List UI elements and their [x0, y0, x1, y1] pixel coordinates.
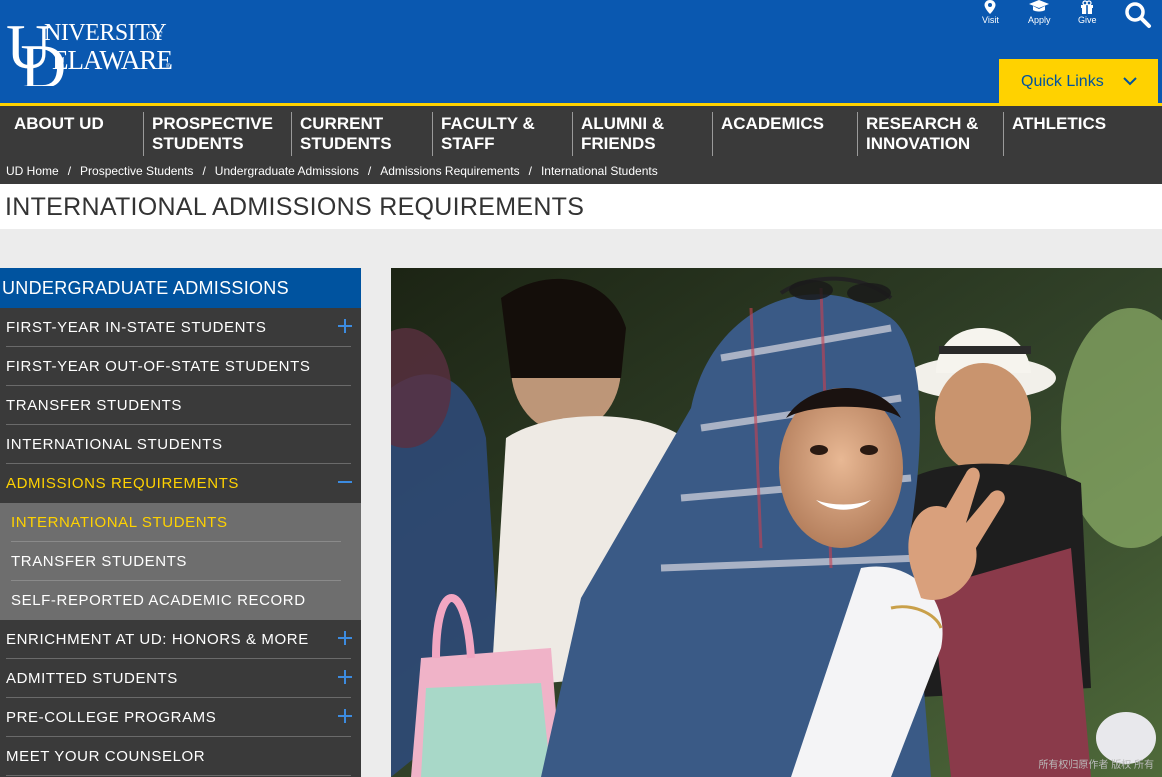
visit-label: Visit: [982, 15, 999, 25]
sidebar-nav: UNDERGRADUATE ADMISSIONS FIRST-YEAR IN-S…: [0, 268, 361, 777]
sidebar-item-admissions-requirements[interactable]: ADMISSIONS REQUIREMENTS: [0, 464, 361, 503]
page-title: INTERNATIONAL ADMISSIONS REQUIREMENTS: [5, 193, 585, 221]
nav-divider: [432, 112, 433, 156]
nav-alumni-friends[interactable]: ALUMNI & FRIENDS: [581, 114, 664, 154]
nav-research-innovation[interactable]: RESEARCH & INNOVATION: [866, 114, 978, 154]
sidebar-item-first-year-in-state[interactable]: FIRST-YEAR IN-STATE STUDENTS: [0, 308, 361, 347]
sidebar-item-label: ENRICHMENT AT UD: HONORS & MORE: [6, 631, 309, 648]
nav-divider: [857, 112, 858, 156]
breadcrumb-link[interactable]: Undergraduate Admissions: [215, 164, 359, 178]
minus-icon[interactable]: [338, 475, 352, 489]
sidebar-item-international-students[interactable]: INTERNATIONAL STUDENTS: [0, 425, 361, 464]
sidebar-item-enrichment[interactable]: ENRICHMENT AT UD: HONORS & MORE: [0, 620, 361, 659]
sidebar-item-label: ADMITTED STUDENTS: [6, 670, 178, 687]
give-link[interactable]: Give: [1078, 0, 1097, 30]
sidebar-item-label: FIRST-YEAR OUT-OF-STATE STUDENTS: [6, 358, 311, 375]
quick-links-label: Quick Links: [1021, 73, 1104, 90]
breadcrumb-separator: /: [528, 164, 532, 178]
main-navigation: ABOUT UD PROSPECTIVE STUDENTS CURRENT STUD…: [0, 106, 1162, 184]
nav-athletics[interactable]: ATHLETICS: [1012, 114, 1106, 134]
search-icon[interactable]: [1122, 0, 1152, 30]
breadcrumb-separator: /: [202, 164, 206, 178]
sidebar-item-transfer-students[interactable]: TRANSFER STUDENTS: [0, 386, 361, 425]
nav-about-ud[interactable]: ABOUT UD: [14, 114, 104, 134]
sidebar-subitem-transfer-students[interactable]: TRANSFER STUDENTS: [0, 542, 361, 581]
graduation-cap-icon: [1029, 0, 1050, 12]
plus-icon[interactable]: [338, 670, 352, 684]
nav-label: ALUMNI &: [581, 114, 665, 133]
nav-label: RESEARCH &: [866, 114, 979, 133]
sidebar-item-label: FIRST-YEAR IN-STATE STUDENTS: [6, 319, 267, 336]
breadcrumb-link[interactable]: UD Home: [6, 164, 59, 178]
sidebar-item-label: ADMISSIONS REQUIREMENTS: [6, 475, 239, 492]
sidebar-item-admitted-students[interactable]: ADMITTED STUDENTS: [0, 659, 361, 698]
svg-text:OF: OF: [146, 28, 163, 43]
nav-label: INNOVATION: [866, 134, 971, 153]
breadcrumb-separator: /: [367, 164, 372, 178]
sidebar-subitem-label: TRANSFER STUDENTS: [11, 553, 188, 570]
sidebar-subitem-self-reported-academic-record[interactable]: SELF-REPORTED ACADEMIC RECORD: [0, 581, 361, 620]
sidebar-item-label: PRE-COLLEGE PROGRAMS: [6, 709, 217, 726]
map-pin-icon: [984, 0, 996, 14]
nav-label: STUDENTS: [300, 134, 392, 153]
nav-label: PROSPECTIVE: [152, 114, 273, 133]
nav-label: FRIENDS: [581, 134, 656, 153]
gift-icon: [1081, 0, 1094, 14]
sidebar-heading[interactable]: UNDERGRADUATE ADMISSIONS: [0, 268, 361, 308]
sidebar-item-label: TRANSFER STUDENTS: [6, 397, 183, 414]
sidebar-item-first-year-out-of-state[interactable]: FIRST-YEAR OUT-OF-STATE STUDENTS: [0, 347, 361, 386]
nav-faculty-staff[interactable]: FACULTY & STAFF: [441, 114, 535, 154]
photo-watermark: 所有权归原作者 版权 所有: [1038, 760, 1154, 771]
plus-icon[interactable]: [338, 319, 352, 333]
hero-photo: 所有权归原作者 版权 所有: [391, 268, 1162, 777]
svg-text:ELAWARE: ELAWARE: [52, 45, 172, 75]
quick-links-button[interactable]: Quick Links: [999, 59, 1158, 105]
svg-text:®: ®: [166, 63, 171, 70]
nav-divider: [143, 112, 144, 156]
nav-label: STUDENTS: [152, 134, 244, 153]
sidebar-item-meet-your-counselor[interactable]: MEET YOUR COUNSELOR: [0, 737, 361, 776]
nav-current-students[interactable]: CURRENT STUDENTS: [300, 114, 392, 154]
plus-icon[interactable]: [338, 631, 352, 645]
nav-divider: [291, 112, 292, 156]
sidebar-subitem-label: SELF-REPORTED ACADEMIC RECORD: [11, 592, 306, 609]
apply-label: Apply: [1028, 15, 1051, 25]
chevron-down-icon: [1123, 77, 1137, 86]
sidebar-subitem-international-students[interactable]: INTERNATIONAL STUDENTS: [0, 503, 361, 542]
breadcrumb-link[interactable]: Admissions Requirements: [380, 164, 519, 178]
apply-link[interactable]: Apply: [1028, 0, 1051, 30]
breadcrumb-current: International Students: [540, 164, 658, 178]
nav-divider: [572, 112, 573, 156]
students-photo: [391, 268, 1162, 777]
nav-label: ACADEMICS: [721, 114, 824, 133]
divider: [6, 775, 351, 776]
breadcrumb: UD Home / Prospective Students / Undergr…: [6, 164, 658, 178]
sidebar-subitem-label: INTERNATIONAL STUDENTS: [11, 514, 228, 531]
nav-label: STAFF: [441, 134, 495, 153]
university-of-delaware-logo[interactable]: U D NIVERSITY OF ELAWARE ®: [4, 10, 174, 86]
give-label: Give: [1078, 15, 1097, 25]
nav-divider: [712, 112, 713, 156]
breadcrumb-link[interactable]: Prospective Students: [80, 164, 193, 178]
title-band: INTERNATIONAL ADMISSIONS REQUIREMENTS: [0, 184, 1162, 229]
sidebar-item-label: MEET YOUR COUNSELOR: [6, 748, 206, 765]
plus-icon[interactable]: [338, 709, 352, 723]
nav-label: CURRENT: [300, 114, 384, 133]
breadcrumb-separator: /: [67, 164, 72, 178]
visit-link[interactable]: Visit: [982, 0, 999, 30]
nav-divider: [1003, 112, 1004, 156]
nav-label: FACULTY &: [441, 114, 535, 133]
nav-label: ABOUT UD: [14, 114, 104, 133]
nav-label: ATHLETICS: [1012, 114, 1107, 133]
sidebar-item-label: INTERNATIONAL STUDENTS: [6, 436, 223, 453]
nav-prospective-students[interactable]: PROSPECTIVE STUDENTS: [152, 114, 273, 154]
nav-academics[interactable]: ACADEMICS: [721, 114, 824, 134]
sidebar-item-pre-college-programs[interactable]: PRE-COLLEGE PROGRAMS: [0, 698, 361, 737]
site-header: U D NIVERSITY OF ELAWARE ® Visit Apply G…: [0, 0, 1162, 106]
